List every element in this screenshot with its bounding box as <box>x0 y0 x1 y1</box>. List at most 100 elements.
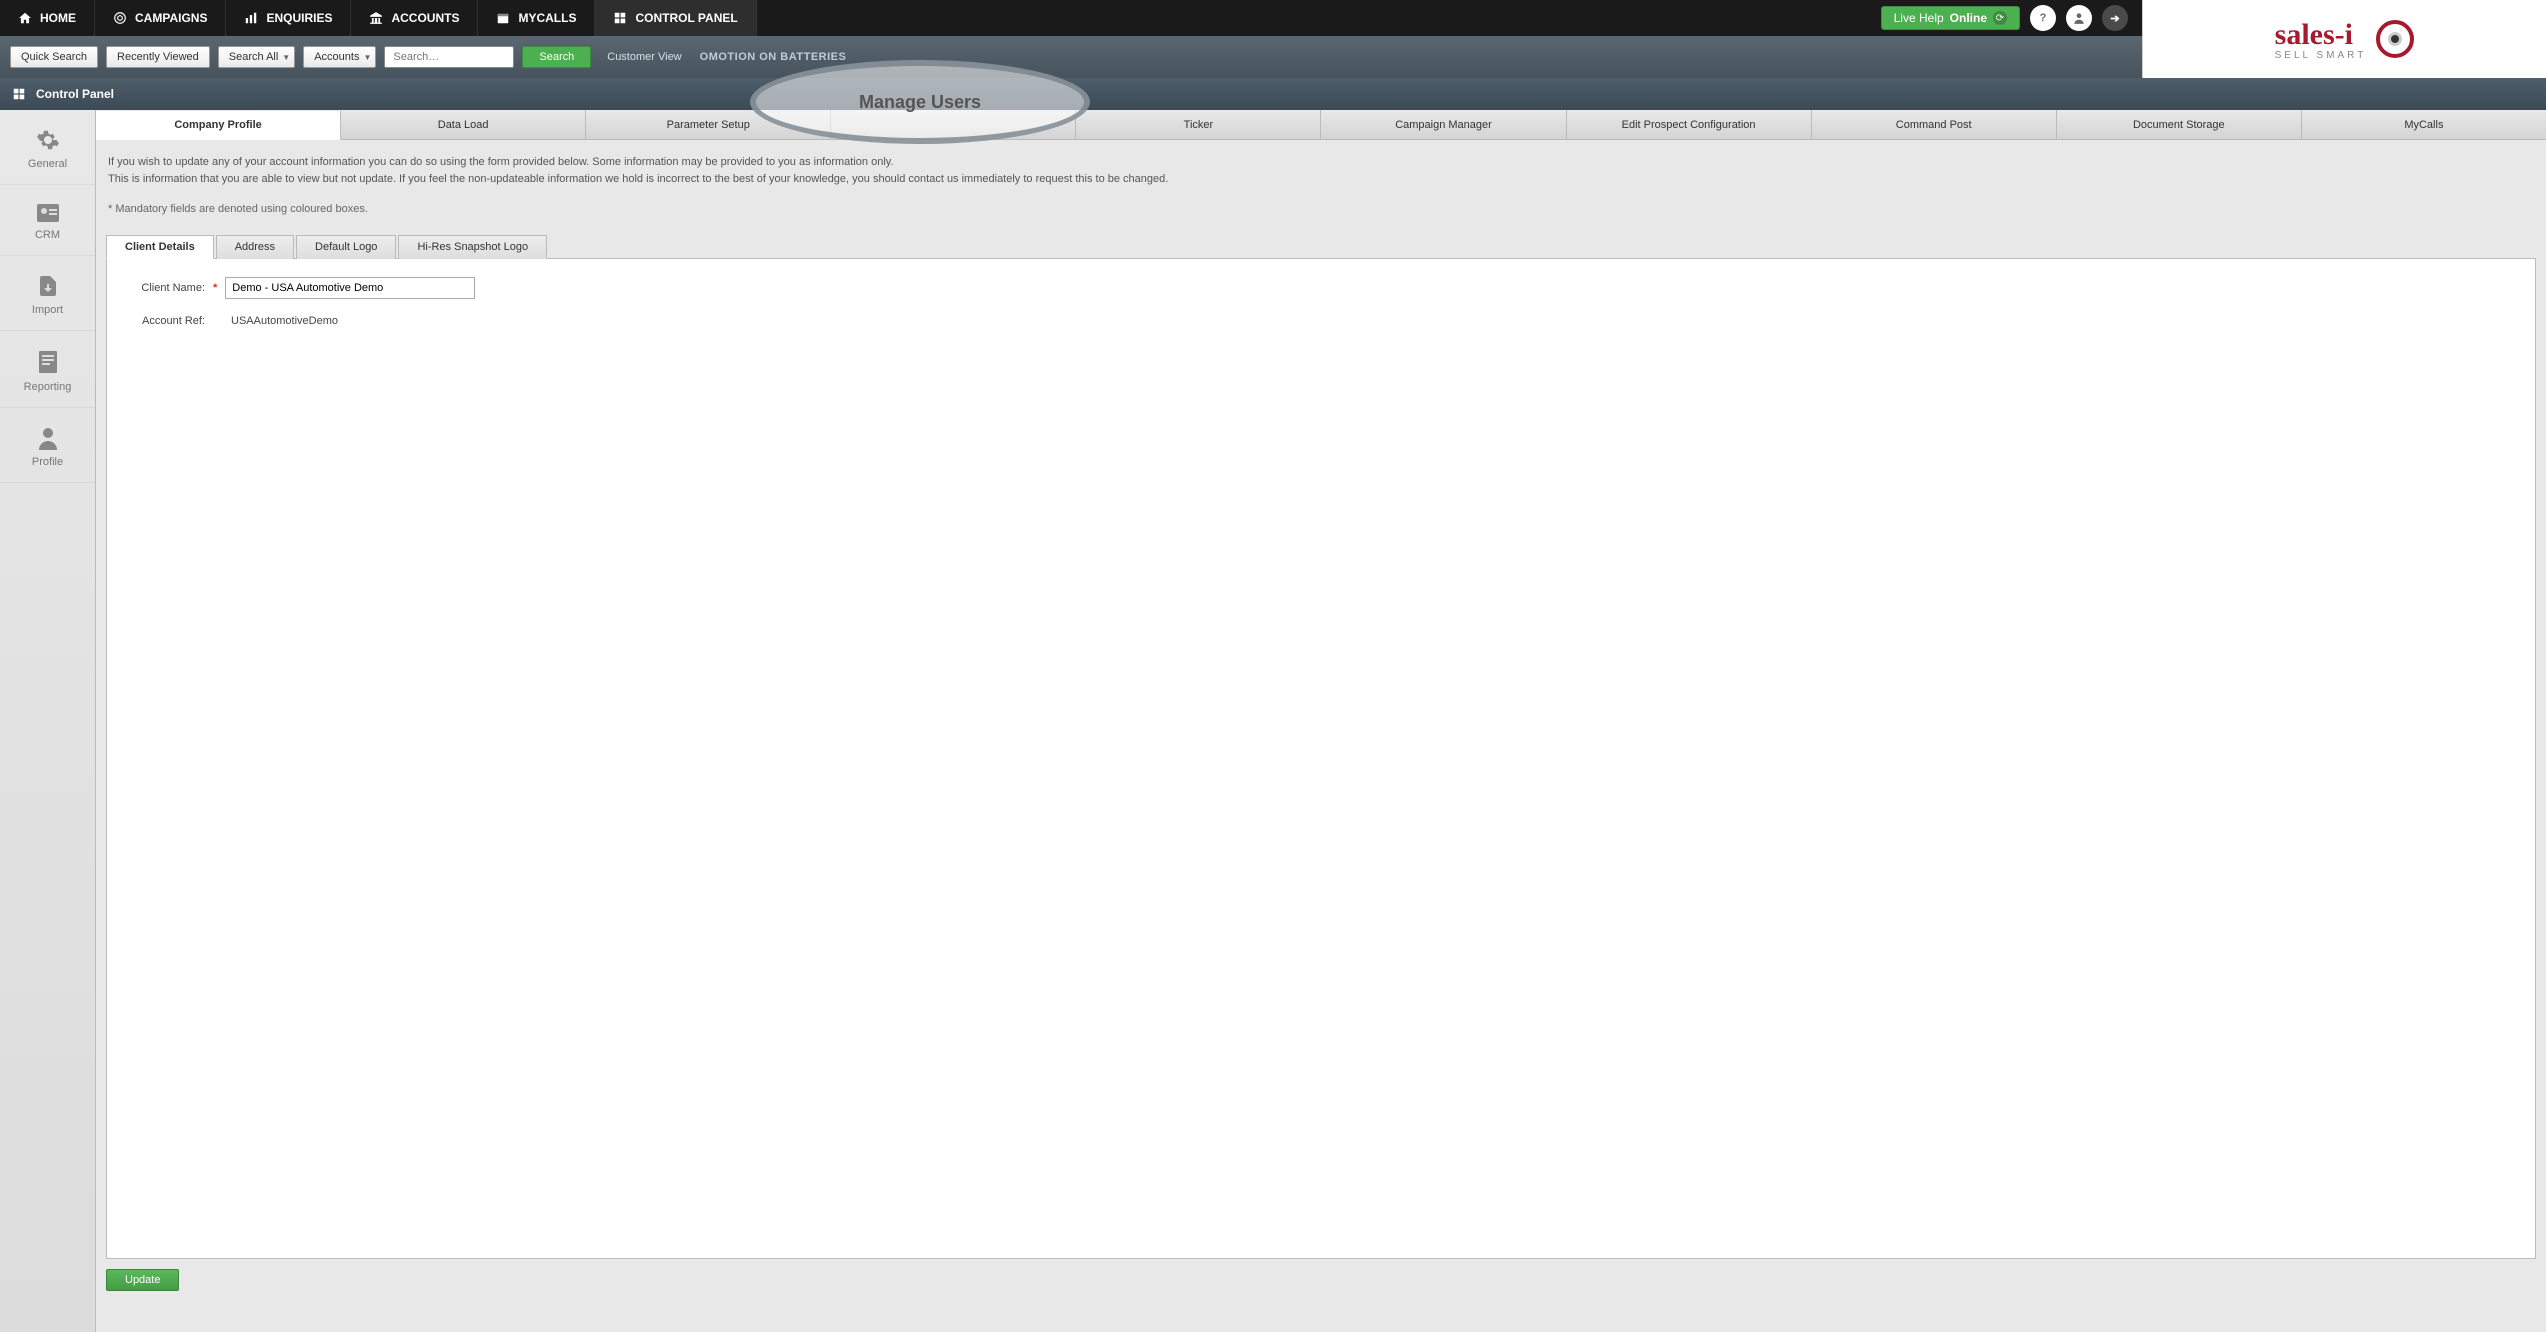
update-button[interactable]: Update <box>106 1269 179 1291</box>
quick-search-button[interactable]: Quick Search <box>10 46 98 68</box>
calendar-icon <box>496 11 510 25</box>
tab-document-storage[interactable]: Document Storage <box>2057 110 2302 139</box>
tab-label: Edit Prospect Configuration <box>1622 119 1756 131</box>
report-icon <box>37 349 59 375</box>
section-title: Control Panel <box>36 87 114 101</box>
live-help-indicator-icon: ⟳ <box>1993 11 2007 25</box>
tab-label: Command Post <box>1896 119 1972 131</box>
nav-control-panel[interactable]: CONTROL PANEL <box>595 0 756 36</box>
search-input[interactable] <box>384 46 514 68</box>
client-name-input[interactable] <box>225 277 475 299</box>
home-icon <box>18 11 32 25</box>
section-titlebar: Control Panel <box>0 78 2546 110</box>
search-button[interactable]: Search <box>522 46 591 68</box>
inner-tab-label: Default Logo <box>315 241 377 253</box>
client-details-panel: Client Name: * Account Ref: USAAutomotiv… <box>106 259 2536 1259</box>
sidebar-item-label: Reporting <box>24 381 72 393</box>
account-ref-row: Account Ref: USAAutomotiveDemo <box>125 315 2517 327</box>
tab-manage-users[interactable]: Manage Users <box>831 110 1076 139</box>
grid-icon <box>12 87 26 101</box>
tab-company-profile[interactable]: Company Profile <box>96 111 341 140</box>
tab-mycalls[interactable]: MyCalls <box>2302 110 2546 139</box>
nav-mycalls[interactable]: MYCALLS <box>478 0 595 36</box>
search-button-label: Search <box>539 51 574 63</box>
bank-icon <box>369 11 383 25</box>
sidebar-item-crm[interactable]: CRM <box>0 185 95 256</box>
inner-tab-hires-logo[interactable]: Hi-Res Snapshot Logo <box>398 235 547 259</box>
inner-tab-label: Hi-Res Snapshot Logo <box>417 241 528 253</box>
tab-ticker[interactable]: Ticker <box>1076 110 1321 139</box>
account-ref-label: Account Ref: <box>125 315 205 327</box>
sidebar-item-general[interactable]: General <box>0 110 95 185</box>
tab-edit-prospect-config[interactable]: Edit Prospect Configuration <box>1567 110 1812 139</box>
nav-accounts[interactable]: ACCOUNTS <box>351 0 478 36</box>
update-button-wrap: Update <box>106 1269 2536 1291</box>
tab-command-post[interactable]: Command Post <box>1812 110 2057 139</box>
update-button-label: Update <box>125 1274 160 1286</box>
live-help-button[interactable]: Live Help Online ⟳ <box>1881 6 2020 30</box>
left-sidebar: General CRM Import Reporting Profile <box>0 110 96 1332</box>
brand-logo: sales-i SELL SMART <box>2275 18 2415 61</box>
arrow-right-icon: ➔ <box>2110 12 2119 25</box>
tab-label: Document Storage <box>2133 119 2225 131</box>
sidebar-item-profile[interactable]: Profile <box>0 408 95 483</box>
recently-viewed-button[interactable]: Recently Viewed <box>106 46 210 68</box>
help-button[interactable]: ? <box>2030 5 2056 31</box>
customer-view-link[interactable]: Customer View <box>607 51 681 63</box>
nav-enquiries-label: ENQUIRIES <box>266 11 332 25</box>
info-text: If you wish to update any of your accoun… <box>96 140 2546 226</box>
tab-label: Campaign Manager <box>1395 119 1492 131</box>
inner-tabs: Client Details Address Default Logo Hi-R… <box>106 234 2536 259</box>
target-icon <box>113 11 127 25</box>
main-layout: General CRM Import Reporting Profile <box>0 110 2546 1332</box>
info-line1: If you wish to update any of your accoun… <box>108 154 2534 171</box>
gear-icon <box>36 128 60 152</box>
tab-data-load[interactable]: Data Load <box>341 110 586 139</box>
live-help-prefix: Live Help <box>1894 11 1944 25</box>
recently-viewed-label: Recently Viewed <box>117 51 199 63</box>
import-icon <box>36 274 60 298</box>
live-help-status: Online <box>1950 11 1987 25</box>
brand-tagline: SELL SMART <box>2275 50 2367 61</box>
logout-button[interactable]: ➔ <box>2102 5 2128 31</box>
user-button[interactable] <box>2066 5 2092 31</box>
search-scope-select[interactable]: Search All▼ <box>218 46 295 68</box>
client-name-label: Client Name: <box>125 282 205 294</box>
promo-banner: OMOTION ON BATTERIES <box>700 51 847 63</box>
account-ref-value: USAAutomotiveDemo <box>231 315 338 327</box>
search-entity-select[interactable]: Accounts▼ <box>303 46 376 68</box>
nav-accounts-label: ACCOUNTS <box>391 11 459 25</box>
quick-search-label: Quick Search <box>21 51 87 63</box>
nav-home-label: HOME <box>40 11 76 25</box>
nav-mycalls-label: MYCALLS <box>518 11 576 25</box>
inner-tab-label: Client Details <box>125 241 195 253</box>
nav-control-panel-label: CONTROL PANEL <box>635 11 737 25</box>
help-icon: ? <box>2040 12 2047 24</box>
grid-icon <box>613 11 627 25</box>
tab-campaign-manager[interactable]: Campaign Manager <box>1321 110 1566 139</box>
nav-campaigns[interactable]: CAMPAIGNS <box>95 0 226 36</box>
tab-parameter-setup[interactable]: Parameter Setup <box>586 110 831 139</box>
inner-tab-label: Address <box>235 241 275 253</box>
inner-tab-client-details[interactable]: Client Details <box>106 235 214 259</box>
chevron-down-icon: ▼ <box>363 53 371 62</box>
sidebar-item-import[interactable]: Import <box>0 256 95 331</box>
profile-icon <box>37 426 59 450</box>
info-line2: This is information that you are able to… <box>108 171 2534 188</box>
tab-label: MyCalls <box>2404 119 2443 131</box>
sidebar-item-label: Import <box>32 304 63 316</box>
inner-tab-address[interactable]: Address <box>216 235 294 259</box>
sidebar-item-label: CRM <box>35 229 60 241</box>
sidebar-item-label: General <box>28 158 67 170</box>
tab-label: Company Profile <box>174 119 261 131</box>
mandatory-note: * Mandatory fields are denoted using col… <box>108 201 2534 218</box>
brand-logo-area: sales-i SELL SMART <box>2142 0 2546 78</box>
tab-label: Ticker <box>1184 119 1214 131</box>
required-marker: * <box>213 282 217 294</box>
sidebar-item-reporting[interactable]: Reporting <box>0 331 95 408</box>
sidebar-item-label: Profile <box>32 456 63 468</box>
card-icon <box>36 203 60 223</box>
nav-enquiries[interactable]: ENQUIRIES <box>226 0 351 36</box>
inner-tab-default-logo[interactable]: Default Logo <box>296 235 396 259</box>
nav-home[interactable]: HOME <box>0 0 95 36</box>
